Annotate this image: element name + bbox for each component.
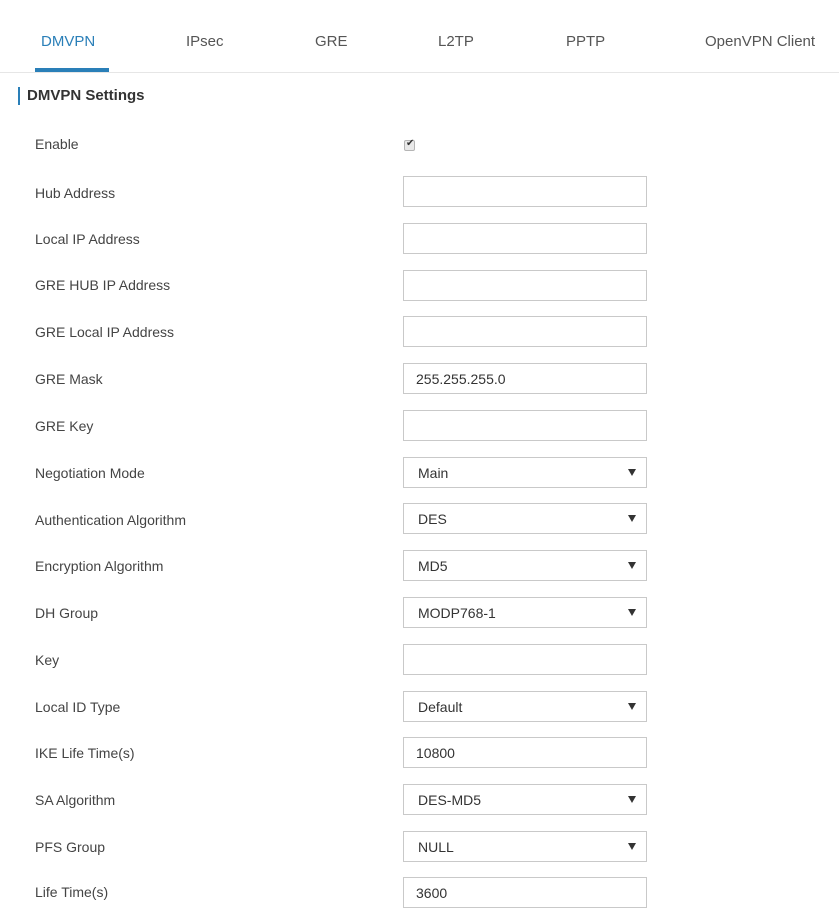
key-label: Key <box>35 652 60 668</box>
life-time-input[interactable] <box>403 877 647 908</box>
encryption-algorithm-select[interactable]: MD5 <box>403 550 647 581</box>
local-id-type-label: Local ID Type <box>35 699 121 715</box>
authentication-algorithm-label: Authentication Algorithm <box>35 512 186 528</box>
active-tab-indicator <box>35 68 109 72</box>
sa-algorithm-value: DES-MD5 <box>418 792 482 808</box>
encryption-algorithm-label: Encryption Algorithm <box>35 558 164 574</box>
local-id-type-value: Default <box>418 699 463 715</box>
gre-key-label: GRE Key <box>35 418 94 434</box>
dropdown-arrow-icon <box>628 796 636 803</box>
local-ip-address-input[interactable] <box>403 223 647 254</box>
encryption-algorithm-value: MD5 <box>418 558 448 574</box>
gre-mask-input[interactable] <box>403 363 647 394</box>
hub-address-label: Hub Address <box>35 185 116 201</box>
tab-dmvpn[interactable]: DMVPN <box>41 33 95 50</box>
enable-label: Enable <box>35 136 79 152</box>
gre-hub-ip-address-input[interactable] <box>403 270 647 301</box>
negotiation-mode-select[interactable]: Main <box>403 457 647 488</box>
enable-checkbox[interactable]: ✔ <box>404 138 415 151</box>
dropdown-arrow-icon <box>628 469 636 476</box>
dropdown-arrow-icon <box>628 609 636 616</box>
tab-ipsec[interactable]: IPsec <box>186 33 224 50</box>
gre-mask-label: GRE Mask <box>35 371 103 387</box>
ike-life-time-label: IKE Life Time(s) <box>35 745 135 761</box>
authentication-algorithm-value: DES <box>418 511 447 527</box>
local-ip-address-label: Local IP Address <box>35 231 140 247</box>
pfs-group-value: NULL <box>418 839 454 855</box>
dh-group-value: MODP768-1 <box>418 605 496 621</box>
tab-bar: DMVPN IPsec GRE L2TP PPTP OpenVPN Client <box>0 0 839 73</box>
dropdown-arrow-icon <box>628 562 636 569</box>
negotiation-mode-value: Main <box>418 465 449 481</box>
dropdown-arrow-icon <box>628 515 636 522</box>
negotiation-mode-label: Negotiation Mode <box>35 465 145 481</box>
dropdown-arrow-icon <box>628 703 636 710</box>
pfs-group-label: PFS Group <box>35 839 106 855</box>
ike-life-time-input[interactable] <box>403 737 647 768</box>
pfs-group-select[interactable]: NULL <box>403 831 647 862</box>
sa-algorithm-label: SA Algorithm <box>35 792 116 808</box>
life-time-label: Life Time(s) <box>35 884 109 900</box>
gre-local-ip-address-input[interactable] <box>403 316 647 347</box>
section-title: DMVPN Settings <box>27 87 145 104</box>
gre-hub-ip-address-label: GRE HUB IP Address <box>35 277 171 293</box>
checkmark-icon: ✔ <box>406 138 415 149</box>
gre-key-input[interactable] <box>403 410 647 441</box>
dh-group-select[interactable]: MODP768-1 <box>403 597 647 628</box>
local-id-type-select[interactable]: Default <box>403 691 647 722</box>
dh-group-label: DH Group <box>35 605 99 621</box>
hub-address-input[interactable] <box>403 176 647 207</box>
dropdown-arrow-icon <box>628 843 636 850</box>
key-input[interactable] <box>403 644 647 675</box>
gre-local-ip-address-label: GRE Local IP Address <box>35 324 175 340</box>
tab-openvpn-client[interactable]: OpenVPN Client <box>705 33 815 50</box>
sa-algorithm-select[interactable]: DES-MD5 <box>403 784 647 815</box>
tab-l2tp[interactable]: L2TP <box>438 33 474 50</box>
tab-pptp[interactable]: PPTP <box>566 33 605 50</box>
tab-gre[interactable]: GRE <box>315 33 348 50</box>
authentication-algorithm-select[interactable]: DES <box>403 503 647 534</box>
